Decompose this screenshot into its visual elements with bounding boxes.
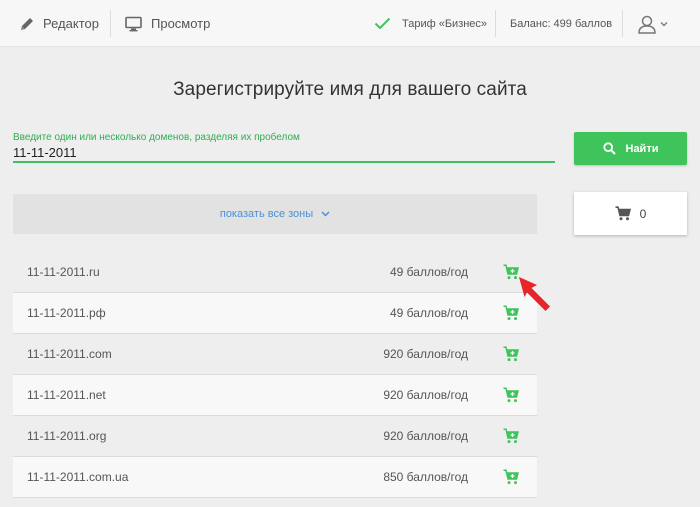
pencil-icon bbox=[19, 16, 35, 32]
domain-name: 11-11-2011.com bbox=[27, 347, 112, 361]
preview-label: Просмотр bbox=[151, 16, 211, 31]
domain-row: 11-11-2011.com.ua 850 баллов/год bbox=[13, 457, 537, 498]
preview-button[interactable]: Просмотр bbox=[125, 0, 210, 47]
add-to-cart-icon[interactable] bbox=[503, 387, 520, 403]
editor-label: Редактор bbox=[43, 16, 99, 31]
divider bbox=[110, 10, 111, 37]
domain-row: 11-11-2011.ru 49 баллов/год bbox=[13, 252, 537, 293]
domain-row: 11-11-2011.org 920 баллов/год bbox=[13, 416, 537, 457]
show-zones-label: показать все зоны bbox=[219, 208, 314, 220]
user-menu-button[interactable] bbox=[637, 0, 668, 47]
domain-price: 920 баллов/год bbox=[383, 388, 468, 402]
domain-name: 11-11-2011.рф bbox=[27, 306, 106, 320]
add-to-cart-icon[interactable] bbox=[503, 428, 520, 444]
top-bar: Редактор Просмотр Тариф «Бизнес» Баланс:… bbox=[0, 0, 700, 47]
domain-name: 11-11-2011.net bbox=[27, 388, 106, 402]
domain-row: 11-11-2011.net 920 баллов/год bbox=[13, 375, 537, 416]
search-icon bbox=[602, 142, 616, 155]
pointer-arrow-icon bbox=[517, 275, 553, 316]
domain-price: 920 баллов/год bbox=[383, 429, 468, 443]
cart-count: 0 bbox=[639, 206, 647, 221]
domain-name: 11-11-2011.ru bbox=[27, 265, 100, 279]
domain-name: 11-11-2011.org bbox=[27, 429, 107, 443]
cart-icon bbox=[615, 206, 631, 221]
domain-price: 850 баллов/год bbox=[383, 470, 468, 484]
add-to-cart-icon[interactable] bbox=[503, 346, 520, 362]
domain-price: 920 баллов/год bbox=[383, 347, 468, 361]
add-to-cart-icon[interactable] bbox=[503, 469, 520, 485]
search-button-label: Найти bbox=[625, 142, 659, 155]
monitor-icon bbox=[125, 16, 142, 32]
checkmark-icon bbox=[374, 17, 391, 30]
domain-input[interactable] bbox=[13, 143, 555, 163]
domain-results-list: 11-11-2011.ru 49 баллов/год 11-11-2011.рф 4… bbox=[13, 252, 537, 498]
domain-input-hint: Введите один или несколько доменов, разд… bbox=[13, 132, 300, 143]
search-button[interactable]: Найти bbox=[574, 132, 687, 165]
chevron-down-icon bbox=[321, 211, 330, 217]
plan-indicator[interactable]: Тариф «Бизнес» bbox=[374, 0, 487, 47]
cart-button[interactable]: 0 bbox=[574, 192, 687, 235]
divider bbox=[622, 10, 623, 37]
plan-label: Тариф «Бизнес» bbox=[402, 17, 488, 30]
domain-row: 11-11-2011.рф 49 баллов/год bbox=[13, 293, 537, 334]
balance-display: Баланс: 499 баллов bbox=[510, 0, 612, 47]
divider bbox=[495, 10, 496, 37]
domain-name: 11-11-2011.com.ua bbox=[27, 470, 129, 484]
domain-row: 11-11-2011.com 920 баллов/год bbox=[13, 334, 537, 375]
balance-label: Баланс: 499 баллов bbox=[510, 17, 613, 30]
chevron-down-icon bbox=[660, 21, 668, 27]
user-icon bbox=[637, 14, 657, 34]
domain-price: 49 баллов/год bbox=[390, 265, 468, 279]
domain-price: 49 баллов/год bbox=[390, 306, 468, 320]
page-title: Зарегистрируйте имя для вашего сайта bbox=[173, 79, 527, 100]
editor-button[interactable]: Редактор bbox=[19, 0, 99, 47]
show-all-zones-toggle[interactable]: показать все зоны bbox=[13, 194, 537, 234]
